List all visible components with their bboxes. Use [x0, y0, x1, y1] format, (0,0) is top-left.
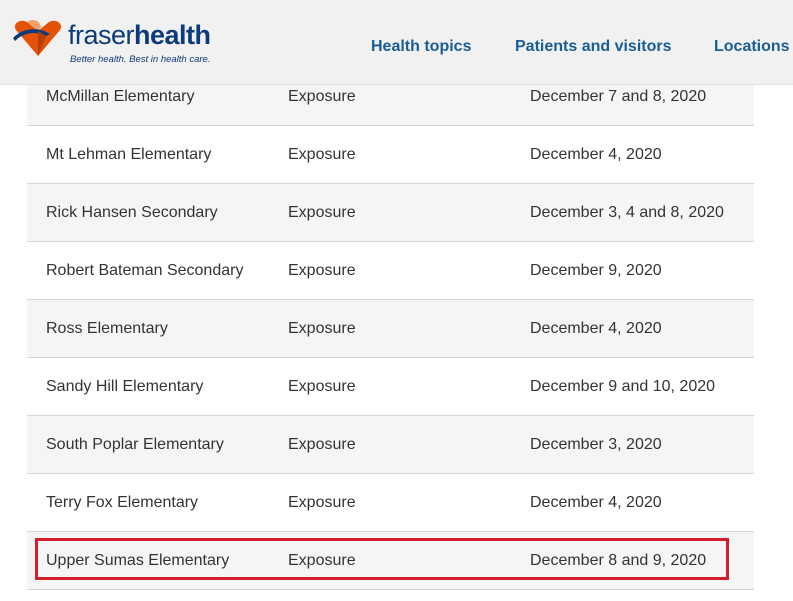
exposure-date-cell: December 3, 2020	[530, 436, 662, 453]
nav-patients-and-visitors[interactable]: Patients and visitors	[515, 38, 672, 56]
table-row: Ross Elementary Exposure December 4, 202…	[27, 300, 754, 358]
table-row: Rick Hansen Secondary Exposure December …	[27, 184, 754, 242]
school-name-cell: Upper Sumas Elementary	[46, 552, 230, 569]
exposure-type-cell: Exposure	[288, 436, 356, 453]
logo-word-health: health	[134, 20, 211, 50]
exposure-type-cell: Exposure	[288, 378, 356, 395]
exposure-type-cell: Exposure	[288, 320, 356, 337]
exposure-date-cell: December 9, 2020	[530, 262, 662, 279]
school-name-cell: Sandy Hill Elementary	[46, 378, 204, 395]
nav-locations[interactable]: Locations	[714, 38, 790, 56]
logo-word-fraser: fraser	[68, 20, 135, 50]
site-header: fraserhealth Better health. Best in heal…	[0, 0, 793, 85]
exposure-type-cell: Exposure	[288, 146, 356, 163]
school-exposures-table: McMillan Elementary Exposure December 7 …	[27, 68, 754, 590]
table-row: Sandy Hill Elementary Exposure December …	[27, 358, 754, 416]
table-row: Upper Sumas Elementary Exposure December…	[27, 532, 754, 590]
heart-logo-icon	[13, 19, 62, 56]
school-name-cell: Mt Lehman Elementary	[46, 146, 212, 163]
table-row: Mt Lehman Elementary Exposure December 4…	[27, 126, 754, 184]
exposure-type-cell: Exposure	[288, 204, 356, 221]
exposure-date-cell: December 3, 4 and 8, 2020	[530, 204, 724, 221]
exposure-date-cell: December 8 and 9, 2020	[530, 552, 707, 569]
exposure-date-cell: December 4, 2020	[530, 146, 662, 163]
logo-wordmark: fraserhealth	[68, 20, 211, 50]
school-name-cell: Rick Hansen Secondary	[46, 204, 218, 221]
table-row: Robert Bateman Secondary Exposure Decemb…	[27, 242, 754, 300]
school-name-cell: Robert Bateman Secondary	[46, 262, 244, 279]
table-row: Terry Fox Elementary Exposure December 4…	[27, 474, 754, 532]
exposure-type-cell: Exposure	[288, 552, 356, 569]
logo-tagline: Better health. Best in health care.	[70, 54, 211, 65]
fraser-health-logo[interactable]: fraserhealth Better health. Best in heal…	[10, 14, 211, 70]
exposure-date-cell: December 9 and 10, 2020	[530, 378, 716, 395]
school-name-cell: Ross Elementary	[46, 320, 168, 337]
exposure-type-cell: Exposure	[288, 494, 356, 511]
exposure-type-cell: Exposure	[288, 262, 356, 279]
exposure-date-cell: December 4, 2020	[530, 494, 662, 511]
exposure-date-cell: December 4, 2020	[530, 320, 662, 337]
table-row: South Poplar Elementary Exposure Decembe…	[27, 416, 754, 474]
school-name-cell: Terry Fox Elementary	[46, 494, 199, 511]
nav-health-topics[interactable]: Health topics	[371, 38, 471, 56]
school-name-cell: South Poplar Elementary	[46, 436, 224, 453]
